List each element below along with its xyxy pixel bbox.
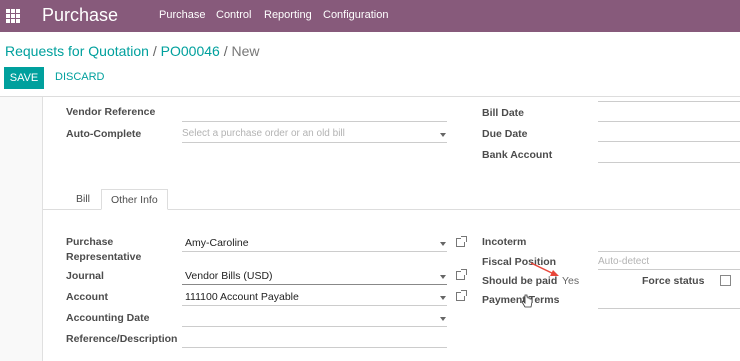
- menu-reporting[interactable]: Reporting: [264, 9, 312, 21]
- reference-input[interactable]: [182, 347, 447, 348]
- app-name[interactable]: Purchase: [42, 5, 118, 26]
- breadcrumb-separator: /: [152, 43, 157, 59]
- breadcrumb-po[interactable]: PO00046: [161, 43, 220, 59]
- incoterm-input[interactable]: [598, 251, 740, 252]
- payment-terms-label: Payment Terms: [482, 294, 560, 306]
- auto-complete-underline: [182, 142, 447, 143]
- auto-complete-input[interactable]: Select a purchase order or an old bill: [182, 128, 345, 139]
- breadcrumb-current: New: [231, 43, 260, 59]
- journal-label: Journal: [66, 270, 104, 282]
- top-navbar: Purchase Purchase Control Reporting Conf…: [0, 0, 740, 32]
- fiscal-position-underline: [598, 269, 740, 270]
- accounting-date-label: Accounting Date: [66, 312, 150, 324]
- form-sheet: Vendor Reference Auto-Complete Select a …: [42, 97, 740, 361]
- reference-label: Reference/Description: [66, 333, 178, 345]
- force-status-label: Force status: [642, 275, 705, 287]
- incoterm-label: Incoterm: [482, 236, 527, 248]
- account-input[interactable]: 111100 Account Payable: [185, 291, 299, 303]
- menu-purchase[interactable]: Purchase: [159, 9, 205, 21]
- purchase-rep-input[interactable]: Amy-Caroline: [185, 237, 249, 249]
- force-status-checkbox[interactable]: [720, 275, 731, 286]
- top-right-underline: [598, 101, 740, 102]
- external-link-icon[interactable]: [456, 290, 467, 301]
- tab-bill[interactable]: Bill: [67, 189, 99, 210]
- payment-terms-input[interactable]: [598, 308, 740, 309]
- bill-date-input[interactable]: [598, 121, 740, 122]
- bank-account-label: Bank Account: [482, 149, 553, 161]
- vendor-reference-input[interactable]: [182, 121, 447, 122]
- account-label: Account: [66, 291, 108, 303]
- bill-date-label: Bill Date: [482, 107, 525, 119]
- account-underline: [182, 305, 447, 306]
- fiscal-position-label: Fiscal Position: [482, 256, 557, 268]
- menu-configuration[interactable]: Configuration: [323, 9, 388, 21]
- chevron-down-icon[interactable]: [440, 275, 446, 279]
- tab-other-info[interactable]: Other Info: [101, 189, 168, 210]
- due-date-input[interactable]: [598, 141, 740, 142]
- breadcrumb-rfq[interactable]: Requests for Quotation: [5, 43, 149, 59]
- menu-control[interactable]: Control: [216, 9, 251, 21]
- breadcrumb: Requests for Quotation / PO00046 / New: [5, 43, 260, 59]
- apps-menu-icon[interactable]: [6, 9, 20, 23]
- chevron-down-icon[interactable]: [440, 317, 446, 321]
- chevron-down-icon[interactable]: [440, 242, 446, 246]
- external-link-icon[interactable]: [456, 269, 467, 280]
- journal-underline: [182, 284, 447, 285]
- breadcrumb-separator: /: [223, 43, 228, 59]
- vendor-reference-label: Vendor Reference: [66, 106, 156, 118]
- should-be-paid-value[interactable]: Yes: [562, 275, 579, 287]
- accounting-date-input[interactable]: [182, 326, 447, 327]
- chevron-down-icon[interactable]: [440, 133, 446, 137]
- purchase-rep-underline: [182, 251, 447, 252]
- auto-complete-label: Auto-Complete: [66, 128, 142, 140]
- should-be-paid-label: Should be paid: [482, 275, 558, 287]
- journal-input[interactable]: Vendor Bills (USD): [185, 270, 273, 282]
- control-panel: Requests for Quotation / PO00046 / New S…: [0, 32, 740, 97]
- chevron-down-icon[interactable]: [440, 296, 446, 300]
- discard-button[interactable]: DISCARD: [55, 71, 105, 83]
- fiscal-position-input[interactable]: Auto-detect: [598, 256, 649, 267]
- purchase-rep-label-1: Purchase: [66, 236, 114, 248]
- due-date-label: Due Date: [482, 128, 528, 140]
- cursor-hand-icon: [522, 294, 533, 308]
- save-button[interactable]: SAVE: [4, 67, 44, 89]
- external-link-icon[interactable]: [456, 236, 467, 247]
- bank-account-input[interactable]: [598, 162, 740, 163]
- purchase-rep-label-2: Representative: [66, 251, 142, 263]
